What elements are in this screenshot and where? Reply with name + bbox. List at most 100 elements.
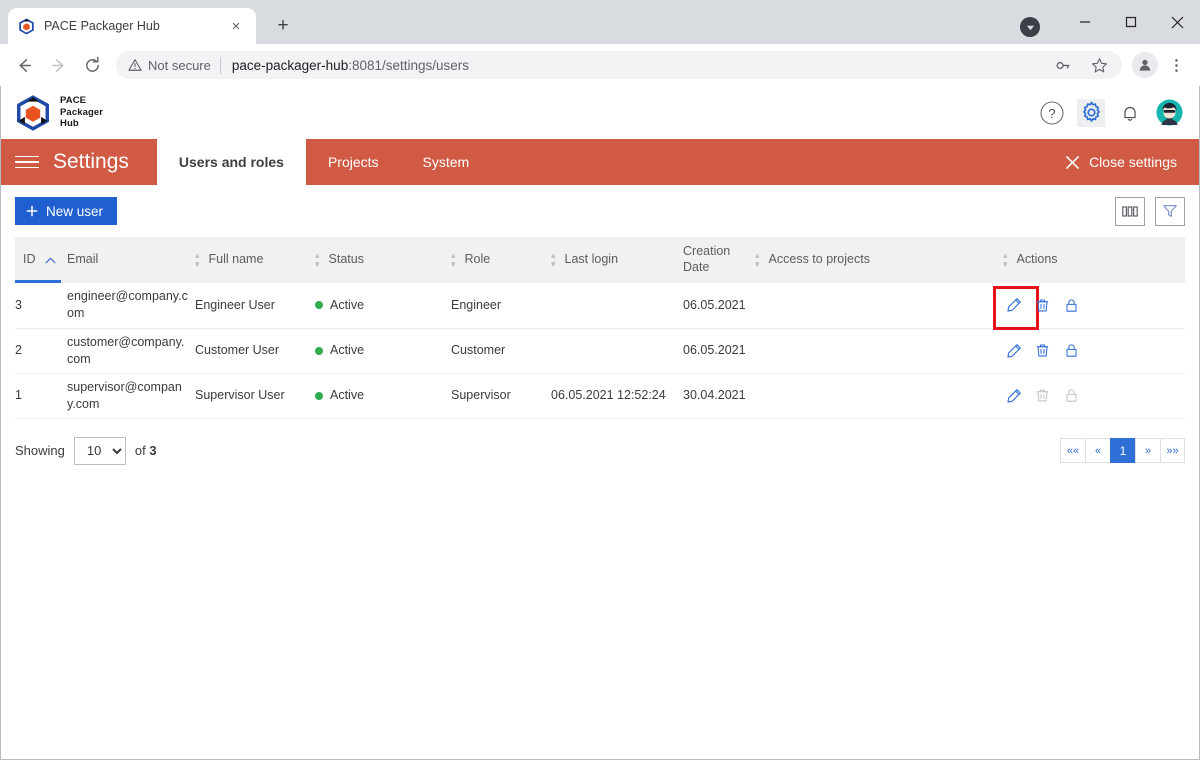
close-icon xyxy=(1065,155,1080,169)
users-table: ID Email ▴ ▾ Full name ▴ ▾ Status ▴ ▾ Ro… xyxy=(15,237,1185,419)
status-dot-active xyxy=(315,391,323,400)
settings-bar: Settings Users and roles Projects System… xyxy=(1,139,1199,185)
browser-profile-icon[interactable] xyxy=(1132,52,1158,78)
cell-id: 2 xyxy=(15,328,67,374)
settings-content: New user ID Email ▴ ▾ Full name ▴ ▾ Stat… xyxy=(1,185,1199,479)
table-header: ID Email ▴ ▾ Full name ▴ ▾ Status ▴ ▾ Ro… xyxy=(15,237,1185,283)
tab-system[interactable]: System xyxy=(401,139,492,185)
status-dot-active xyxy=(315,346,323,355)
pagination: «« « 1 » »» xyxy=(1060,438,1185,463)
header-icon-group: ? xyxy=(1038,98,1183,127)
browser-menu-kebab-icon[interactable] xyxy=(1160,49,1192,81)
last-page-button[interactable]: »» xyxy=(1160,438,1185,463)
col-header-id[interactable]: ID xyxy=(15,237,67,283)
sort-toggle-icon: ▴ ▾ xyxy=(451,250,456,269)
logo-line-3: Hub xyxy=(60,118,79,130)
new-user-button[interactable]: New user xyxy=(15,197,118,225)
warning-triangle-icon xyxy=(128,59,142,71)
plus-icon xyxy=(26,205,38,217)
columns-icon[interactable] xyxy=(1115,196,1145,226)
url-path: :8081/settings/users xyxy=(348,57,470,73)
col-label-access-to-projects: Access to projects xyxy=(768,252,870,267)
window-close-button[interactable] xyxy=(1154,0,1200,44)
edit-icon[interactable] xyxy=(1005,342,1022,359)
page-size-control: Showing 10 25 50 100 of 3 xyxy=(15,436,157,465)
tab-users-and-roles[interactable]: Users and roles xyxy=(156,139,306,185)
page-1-button[interactable]: 1 xyxy=(1110,438,1135,463)
status-badge: Active xyxy=(330,297,365,312)
tab-search-dropdown-icon[interactable] xyxy=(1020,17,1040,37)
sort-toggle-icon: ▴ ▾ xyxy=(195,250,200,269)
window-minimize-button[interactable] xyxy=(1062,0,1108,44)
cell-role: Engineer xyxy=(451,283,551,329)
reload-icon[interactable] xyxy=(76,49,108,81)
col-header-role[interactable]: ▴ ▾ Role xyxy=(451,237,551,283)
delete-icon[interactable] xyxy=(1034,342,1051,359)
page-size-select[interactable]: 10 25 50 100 xyxy=(73,436,126,465)
next-page-button[interactable]: » xyxy=(1135,438,1160,463)
lock-icon[interactable] xyxy=(1063,342,1080,359)
table-row[interactable]: 2 customer@company.com Customer User Act… xyxy=(15,328,1185,374)
delete-icon xyxy=(1034,387,1051,404)
cell-actions xyxy=(1003,373,1185,419)
tab-close-icon[interactable]: × xyxy=(226,16,246,36)
window-controls xyxy=(1020,0,1200,44)
pace-cube-icon xyxy=(17,94,49,131)
browser-window: PACE Packager Hub × + Not secure pace-pa… xyxy=(0,0,1200,760)
cell-access-to-projects xyxy=(755,328,1003,374)
tab-projects[interactable]: Projects xyxy=(306,139,401,185)
back-icon[interactable] xyxy=(8,49,40,81)
col-header-email[interactable]: Email xyxy=(67,237,195,283)
lock-icon[interactable] xyxy=(1063,297,1080,314)
gear-icon[interactable] xyxy=(1077,98,1105,127)
cell-full-name: Supervisor User xyxy=(195,373,315,419)
cell-actions xyxy=(993,283,1185,330)
cell-actions xyxy=(1003,328,1185,374)
col-label-role: Role xyxy=(464,252,491,267)
content-toolbar: New user xyxy=(15,185,1185,237)
delete-icon[interactable] xyxy=(1034,297,1051,314)
address-bar[interactable]: Not secure pace-packager-hub:8081/settin… xyxy=(116,51,1122,79)
of-label: of xyxy=(134,443,146,458)
table-row[interactable]: 3 engineer@company.com Engineer User Act… xyxy=(15,283,1185,330)
col-header-full-name[interactable]: ▴ ▾ Full name xyxy=(195,237,315,283)
col-label-id: ID xyxy=(23,252,36,267)
cell-full-name: Customer User xyxy=(195,328,315,374)
forward-icon[interactable] xyxy=(42,49,74,81)
col-label-creation-date: Creation Date xyxy=(683,244,731,274)
window-maximize-button[interactable] xyxy=(1108,0,1154,44)
help-icon[interactable]: ? xyxy=(1038,99,1066,127)
star-icon[interactable] xyxy=(1086,52,1112,78)
cell-access-to-projects xyxy=(755,373,1003,419)
hamburger-icon[interactable] xyxy=(1,139,53,185)
app-logo[interactable]: PACE Packager Hub xyxy=(15,94,103,131)
col-label-status: Status xyxy=(328,252,364,267)
col-header-actions[interactable]: ▴ ▾ Actions xyxy=(1003,237,1185,283)
table-row[interactable]: 1 supervisor@company.com Supervisor User… xyxy=(15,373,1185,419)
browser-tab[interactable]: PACE Packager Hub × xyxy=(8,8,256,44)
bell-icon[interactable] xyxy=(1116,99,1144,127)
col-header-creation-date[interactable]: Creation Date xyxy=(683,237,755,283)
cell-email: supervisor@company.com xyxy=(67,373,195,419)
cell-full-name: Engineer User xyxy=(195,283,315,329)
col-header-status[interactable]: ▴ ▾ Status xyxy=(315,237,451,283)
edit-icon[interactable] xyxy=(993,285,1039,330)
edit-icon[interactable] xyxy=(1005,387,1022,404)
prev-page-button[interactable]: « xyxy=(1085,438,1110,463)
cell-role: Customer xyxy=(451,328,551,374)
key-icon[interactable] xyxy=(1050,52,1076,78)
funnel-filter-icon[interactable] xyxy=(1155,196,1185,226)
user-avatar[interactable] xyxy=(1155,99,1183,127)
settings-title: Settings xyxy=(53,150,129,173)
logo-text: PACE Packager Hub xyxy=(60,95,103,130)
close-settings-button[interactable]: Close settings xyxy=(1065,139,1199,185)
col-header-last-login[interactable]: ▴ ▾ Last login xyxy=(551,237,683,283)
close-settings-label: Close settings xyxy=(1089,154,1177,170)
not-secure-indicator[interactable]: Not secure xyxy=(128,58,211,73)
col-header-access-to-projects[interactable]: ▴ ▾ Access to projects xyxy=(755,237,1003,283)
new-tab-button[interactable]: + xyxy=(268,11,298,41)
first-page-button[interactable]: «« xyxy=(1060,438,1085,463)
app-header: PACE Packager Hub ? xyxy=(1,86,1199,139)
pace-cube-icon xyxy=(19,17,34,35)
col-label-full-name: Full name xyxy=(208,252,264,267)
